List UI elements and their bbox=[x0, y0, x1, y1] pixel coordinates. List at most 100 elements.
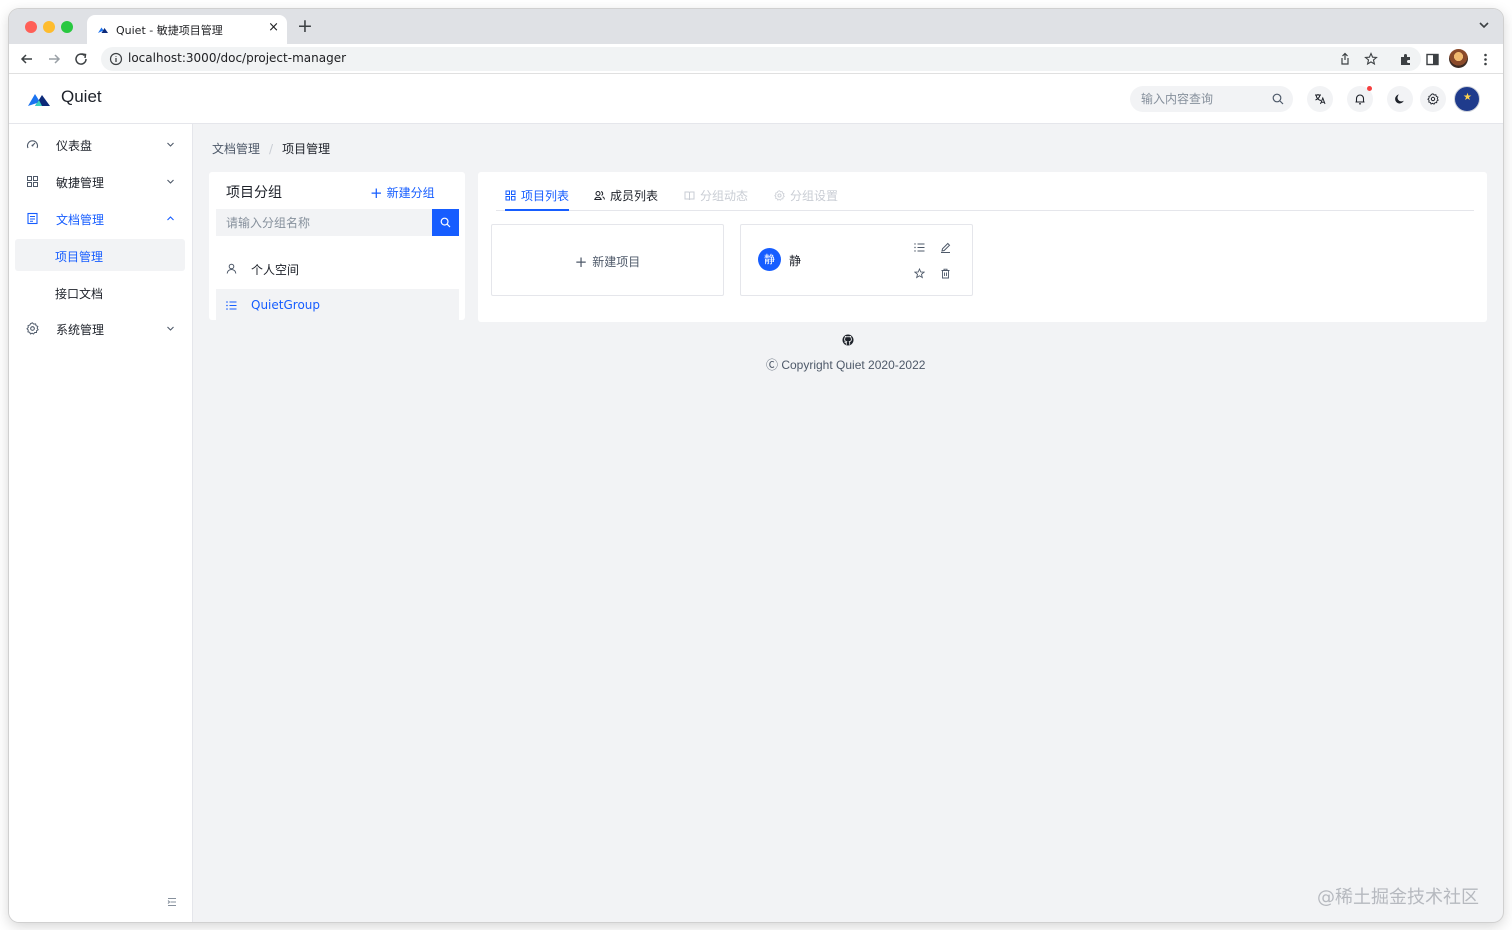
trash-icon[interactable] bbox=[940, 268, 951, 279]
group-search-button[interactable] bbox=[432, 209, 459, 236]
breadcrumb-current: 项目管理 bbox=[282, 142, 331, 156]
reload-icon[interactable] bbox=[73, 51, 89, 67]
new-tab-button[interactable]: + bbox=[297, 16, 313, 36]
forward-arrow-icon[interactable] bbox=[46, 51, 62, 67]
url-text: localhost:3000/doc/project-manager bbox=[128, 51, 347, 65]
plus-icon: + bbox=[370, 184, 383, 202]
quiet-logo-icon bbox=[98, 27, 108, 33]
sidebar-subitem-label: 接口文档 bbox=[55, 287, 104, 301]
tab-project-list[interactable]: 项目列表 bbox=[505, 187, 570, 211]
sidebar-item-dashboard[interactable]: 仪表盘 bbox=[15, 128, 185, 160]
new-project-card[interactable]: + 新建项目 bbox=[491, 224, 724, 296]
tab-label: 分组动态 bbox=[700, 189, 749, 203]
url-field[interactable]: localhost:3000/doc/project-manager bbox=[101, 47, 1421, 71]
group-search-input[interactable] bbox=[226, 209, 426, 236]
browser-tab[interactable]: Quiet - 敏捷项目管理 × bbox=[87, 15, 287, 44]
theme-toggle-button[interactable] bbox=[1387, 86, 1413, 112]
sidebar-item-label: 仪表盘 bbox=[56, 139, 93, 153]
groups-title: 项目分组 bbox=[226, 185, 282, 201]
minimize-window-button[interactable] bbox=[43, 21, 55, 33]
sidebar-item-agile[interactable]: 敏捷管理 bbox=[15, 165, 185, 197]
group-item-label: 个人空间 bbox=[251, 263, 300, 277]
sidebar-subitem-label: 项目管理 bbox=[55, 250, 104, 264]
copyright-text: Ⓒ Copyright Quiet 2020-2022 bbox=[766, 358, 926, 372]
chevron-down-icon bbox=[167, 179, 174, 184]
more-vertical-icon[interactable] bbox=[1478, 52, 1493, 67]
group-item-personal[interactable]: 个人空间 bbox=[216, 252, 459, 285]
tab-group-activity[interactable]: 分组动态 bbox=[684, 187, 748, 211]
gear-icon bbox=[1427, 93, 1439, 105]
browser-tab-bar: Quiet - 敏捷项目管理 × + bbox=[9, 9, 1503, 44]
document-icon bbox=[27, 212, 38, 225]
gear-icon bbox=[26, 322, 39, 335]
group-item-label: QuietGroup bbox=[251, 298, 321, 312]
sidebar-subitem-project-manager[interactable]: 项目管理 bbox=[15, 239, 185, 271]
project-name: 静 bbox=[789, 254, 802, 268]
breadcrumb-root[interactable]: 文档管理 bbox=[212, 142, 260, 156]
group-item-quietgroup[interactable]: QuietGroup bbox=[216, 289, 459, 322]
settings-button[interactable] bbox=[1420, 86, 1446, 112]
header-search bbox=[1130, 86, 1293, 112]
sidebar-subitem-api-docs[interactable]: 接口文档 bbox=[15, 276, 185, 308]
header-search-input[interactable] bbox=[1141, 86, 1266, 112]
book-icon bbox=[684, 191, 695, 201]
bookmark-star-icon[interactable] bbox=[1364, 52, 1378, 66]
user-avatar[interactable]: ★ bbox=[1454, 86, 1480, 112]
list-icon[interactable] bbox=[914, 242, 925, 253]
app-header: Quiet ★ bbox=[9, 74, 1503, 124]
back-arrow-icon[interactable] bbox=[19, 51, 35, 67]
tab-title: Quiet - 敏捷项目管理 bbox=[116, 24, 223, 37]
edit-pencil-icon[interactable] bbox=[940, 242, 951, 253]
star-icon[interactable] bbox=[914, 268, 925, 279]
quiet-logo-icon bbox=[28, 94, 50, 106]
notification-button[interactable] bbox=[1347, 86, 1373, 112]
chevron-down-icon[interactable] bbox=[1477, 18, 1491, 32]
chevron-up-icon bbox=[167, 216, 174, 221]
tab-label: 项目列表 bbox=[521, 189, 570, 203]
plus-icon: + bbox=[574, 253, 588, 271]
watermark-text: @稀土掘金技术社区 bbox=[1317, 887, 1479, 908]
sidebar: 仪表盘 敏捷管理 文档管理 项目管理 接口文档 系统管理 bbox=[9, 124, 193, 922]
tab-label: 成员列表 bbox=[610, 189, 659, 203]
close-window-button[interactable] bbox=[25, 21, 37, 33]
github-icon[interactable] bbox=[842, 334, 854, 346]
sidebar-item-docs[interactable]: 文档管理 bbox=[15, 202, 185, 234]
group-search bbox=[216, 209, 459, 236]
search-icon bbox=[440, 217, 451, 228]
browser-profile-avatar[interactable] bbox=[1449, 49, 1468, 68]
collapse-menu-icon[interactable] bbox=[165, 895, 179, 909]
tab-group-settings[interactable]: 分组设置 bbox=[774, 187, 838, 211]
sidebar-item-label: 系统管理 bbox=[56, 323, 105, 337]
side-panel-icon[interactable] bbox=[1425, 52, 1440, 67]
tab-member-list[interactable]: 成员列表 bbox=[594, 187, 658, 211]
projects-panel: 项目列表 成员列表 分组动态 分组设置 + 新建项目 静 静 bbox=[478, 172, 1487, 322]
chevron-down-icon bbox=[167, 326, 174, 331]
user-icon bbox=[226, 263, 237, 274]
brand-name: Quiet bbox=[61, 87, 102, 106]
project-avatar: 静 bbox=[758, 248, 781, 271]
language-button[interactable] bbox=[1307, 86, 1333, 112]
users-icon bbox=[594, 191, 605, 200]
breadcrumb: 文档管理 / 项目管理 bbox=[212, 140, 330, 157]
bell-icon bbox=[1355, 94, 1365, 105]
share-icon[interactable] bbox=[1338, 52, 1352, 66]
new-group-button[interactable]: + 新建分组 bbox=[370, 183, 435, 202]
grid-icon bbox=[505, 190, 516, 201]
address-bar: localhost:3000/doc/project-manager bbox=[9, 44, 1503, 74]
moon-icon bbox=[1395, 94, 1404, 104]
dashboard-icon bbox=[26, 140, 39, 149]
extensions-puzzle-icon[interactable] bbox=[1398, 52, 1413, 67]
tab-label: 分组设置 bbox=[790, 189, 839, 203]
gear-icon bbox=[774, 190, 785, 201]
info-icon[interactable] bbox=[109, 52, 123, 66]
maximize-window-button[interactable] bbox=[61, 21, 73, 33]
grid-icon bbox=[27, 176, 38, 187]
search-icon[interactable] bbox=[1272, 93, 1284, 105]
close-tab-icon[interactable]: × bbox=[268, 20, 279, 35]
avatar-star-icon: ★ bbox=[1463, 92, 1472, 103]
browser-window: Quiet - 敏捷项目管理 × + localhost:3000/doc/pr… bbox=[9, 9, 1503, 922]
new-group-label: 新建分组 bbox=[386, 186, 435, 200]
project-card[interactable]: 静 静 bbox=[740, 224, 973, 296]
sidebar-item-system[interactable]: 系统管理 bbox=[15, 312, 185, 344]
sidebar-item-label: 文档管理 bbox=[56, 213, 105, 227]
